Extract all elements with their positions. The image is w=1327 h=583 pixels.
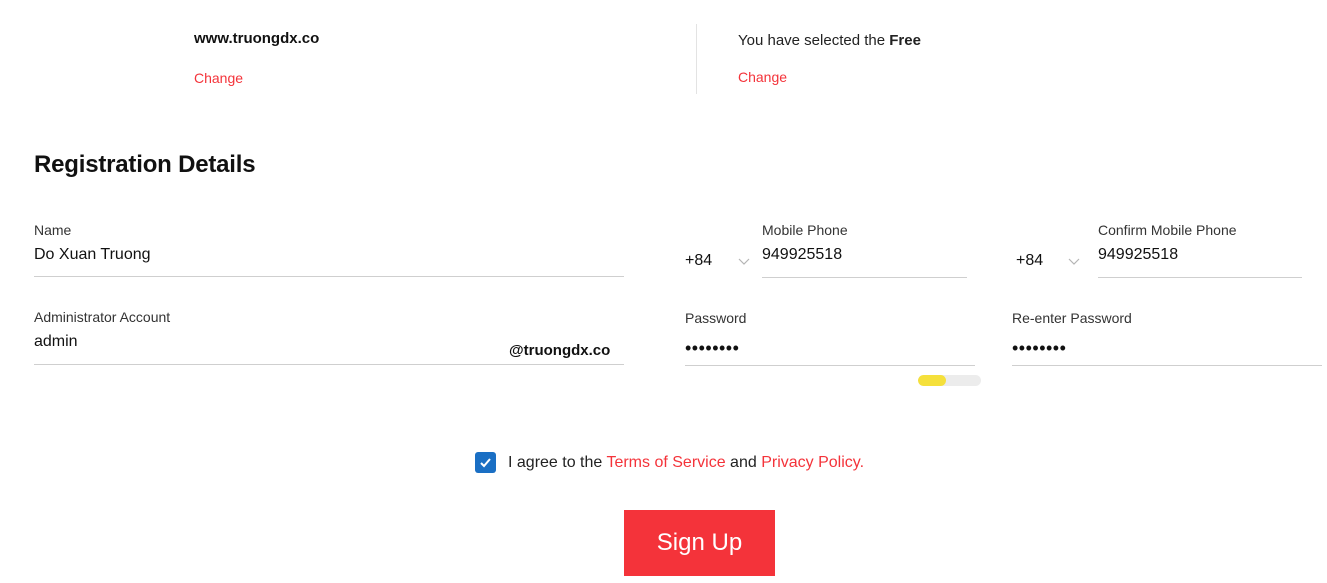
reenter-password-underline (1012, 365, 1322, 366)
password-label: Password (685, 310, 747, 326)
change-domain-link[interactable]: Change (194, 70, 243, 86)
confirm-mobile-underline (1098, 277, 1302, 278)
name-input[interactable]: Do Xuan Truong (34, 246, 151, 264)
agree-prefix: I agree to the (508, 454, 607, 471)
confirm-mobile-label: Confirm Mobile Phone (1098, 222, 1237, 238)
section-title: Registration Details (34, 151, 256, 178)
chevron-down-icon[interactable] (738, 255, 750, 267)
chevron-down-icon[interactable] (1068, 255, 1080, 267)
admin-account-label: Administrator Account (34, 309, 171, 325)
selected-plan-text: You have selected the Free (738, 32, 921, 49)
password-input[interactable]: •••••••• (685, 339, 739, 357)
admin-underline (34, 364, 624, 365)
divider (696, 24, 697, 94)
agree-suffix: . (859, 454, 865, 471)
reenter-password-input[interactable]: •••••••• (1012, 339, 1066, 357)
confirm-mobile-country-code[interactable]: +84 (1016, 252, 1043, 270)
admin-domain-suffix: @truongdx.co (509, 342, 611, 359)
confirm-mobile-input[interactable]: 949925518 (1098, 246, 1178, 264)
password-strength-meter (918, 375, 981, 386)
selected-domain: www.truongdx.co (194, 30, 320, 47)
name-label: Name (34, 222, 72, 238)
terms-link[interactable]: Terms of Service (606, 454, 725, 471)
plan-name: Free (889, 32, 921, 49)
password-strength-fill (918, 375, 947, 386)
agree-text: I agree to the Terms of Service and Priv… (508, 454, 864, 472)
agree-middle: and (725, 454, 762, 471)
agree-checkbox[interactable] (475, 452, 496, 473)
sign-up-button[interactable]: Sign Up (624, 510, 775, 576)
admin-account-input[interactable]: admin (34, 333, 78, 351)
reenter-password-label: Re-enter Password (1012, 310, 1132, 326)
change-plan-link[interactable]: Change (738, 69, 787, 85)
mobile-underline (762, 277, 967, 278)
password-underline (685, 365, 975, 366)
plan-prefix: You have selected the (738, 32, 890, 49)
mobile-country-code[interactable]: +84 (685, 252, 712, 270)
privacy-link[interactable]: Privacy Policy (761, 454, 859, 471)
mobile-label: Mobile Phone (762, 222, 848, 238)
checkmark-icon (480, 458, 491, 468)
mobile-input[interactable]: 949925518 (762, 246, 842, 264)
name-underline (34, 276, 624, 277)
